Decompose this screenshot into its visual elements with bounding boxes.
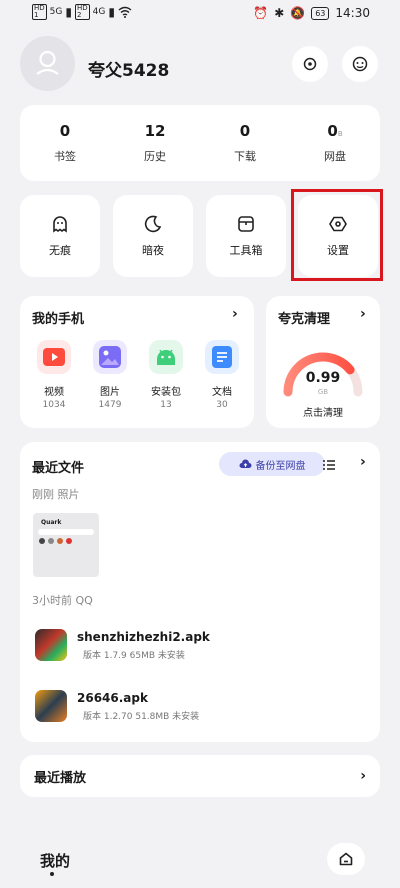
chevron-right-icon[interactable]: ›	[360, 454, 366, 470]
bluetooth-icon: ✱	[274, 6, 285, 20]
signal-indicators: HD 1 5G ▮ HD 2 4G ▮	[32, 4, 132, 20]
chevron-right-icon[interactable]: ›	[232, 306, 238, 322]
file-row[interactable]: shenzhizhezhi2.apk 版本 1.7.9 65MB 未安装	[35, 629, 210, 661]
recent-files-card: 最近文件 备份至网盘 › 刚刚 照片 Quark 3小时前 QQ shenzhi…	[20, 442, 380, 742]
recent-files-title: 最近文件	[32, 461, 85, 476]
document-icon	[212, 346, 232, 368]
stat-bookmarks[interactable]: 0 书签	[20, 105, 110, 181]
scan-button[interactable]	[292, 46, 328, 82]
backup-to-cloud-button[interactable]: 备份至网盘	[219, 452, 325, 476]
battery-indicator: 63	[311, 6, 330, 20]
skin-button[interactable]	[342, 46, 378, 82]
category-documents[interactable]: 文档 30	[200, 340, 244, 410]
android-icon	[157, 349, 175, 365]
home-button[interactable]	[327, 843, 365, 875]
apk-icon	[35, 690, 67, 722]
stats-card: 0 书签 12 历史 0 下载 0B 网盘	[20, 105, 380, 181]
ghost-icon	[53, 216, 67, 233]
home-icon	[339, 852, 353, 866]
image-icon	[99, 346, 121, 368]
cleaner-title: 夸克清理	[278, 312, 331, 327]
cleaner-unit: GB	[317, 388, 329, 396]
tab-mine[interactable]: 我的	[40, 850, 70, 871]
tab-indicator	[50, 872, 54, 876]
video-icon	[43, 348, 65, 366]
alarm-icon: ⏰	[253, 6, 269, 20]
username[interactable]: 夸父5428	[88, 56, 169, 81]
group-label-qq: 3小时前 QQ	[32, 594, 93, 607]
chevron-right-icon[interactable]: ›	[360, 306, 366, 322]
chevron-right-icon: ›	[360, 768, 366, 784]
clock: 14:30	[335, 6, 370, 20]
recent-play-row[interactable]: 最近播放 ›	[20, 755, 380, 797]
category-video[interactable]: 视频 1034	[32, 340, 76, 410]
apk-icon	[35, 629, 67, 661]
incognito-button[interactable]: 无痕	[20, 195, 100, 277]
status-bar: HD 1 5G ▮ HD 2 4G ▮ ⏰ ✱ 🔕 63 14:30	[0, 0, 400, 28]
toolbox-icon	[238, 216, 254, 232]
highlight-box	[291, 189, 383, 281]
my-phone-card[interactable]: 我的手机 › 视频 1034 图片 1479 安装包 13 文档 30	[20, 296, 254, 428]
photo-thumbnail[interactable]: Quark	[33, 513, 99, 577]
toolbox-button[interactable]: 工具箱	[206, 195, 286, 277]
clean-now-button[interactable]: 点击清理	[266, 404, 380, 419]
my-phone-title: 我的手机	[32, 312, 85, 327]
quark-cleaner-card[interactable]: 夸克清理 › 0.99 GB 点击清理	[266, 296, 380, 428]
mute-icon: 🔕	[290, 6, 306, 20]
face-icon	[352, 56, 368, 72]
category-packages[interactable]: 安装包 13	[144, 340, 188, 410]
group-label-photos: 刚刚 照片	[32, 488, 80, 501]
cleaner-value: 0.99	[305, 370, 341, 386]
app-category-list: 视频 1034 图片 1479 安装包 13 文档 30	[32, 340, 244, 410]
category-images[interactable]: 图片 1479	[88, 340, 132, 410]
wifi-icon	[118, 6, 132, 18]
user-icon	[36, 50, 59, 75]
file-row[interactable]: 26646.apk 版本 1.2.70 51.8MB 未安装	[35, 690, 199, 722]
night-mode-button[interactable]: 暗夜	[113, 195, 193, 277]
avatar[interactable]	[20, 36, 75, 91]
stat-cloud-drive[interactable]: 0B 网盘	[290, 105, 380, 181]
eye-icon	[303, 57, 317, 71]
list-view-icon[interactable]	[323, 456, 335, 475]
stat-downloads[interactable]: 0 下载	[200, 105, 290, 181]
stat-history[interactable]: 12 历史	[110, 105, 200, 181]
cloud-upload-icon	[239, 459, 251, 468]
moon-icon	[144, 215, 162, 233]
